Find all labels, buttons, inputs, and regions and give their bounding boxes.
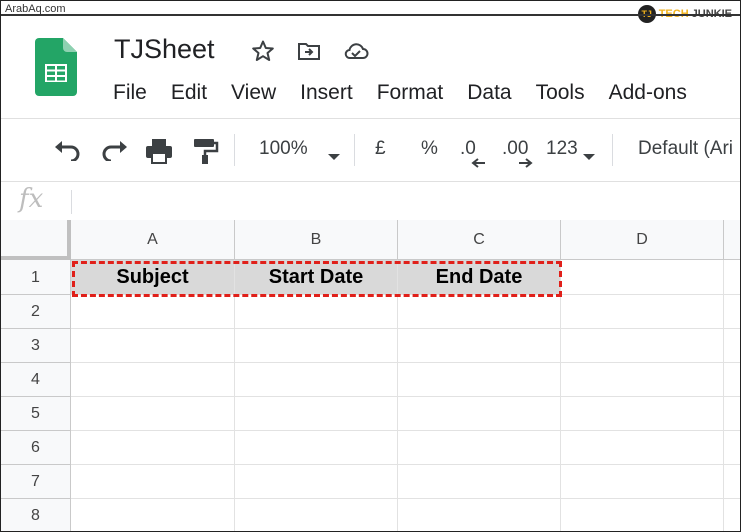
row-header-3[interactable]: 3 xyxy=(1,329,71,363)
menu-file[interactable]: File xyxy=(113,81,147,105)
cell-e3[interactable] xyxy=(724,329,740,363)
cell-b8[interactable] xyxy=(235,499,398,531)
row-header-7[interactable]: 7 xyxy=(1,465,71,499)
google-sheets-icon[interactable] xyxy=(35,38,77,96)
column-header-e[interactable] xyxy=(724,220,740,260)
row-header-1[interactable]: 1 xyxy=(1,260,71,295)
font-family-select[interactable]: Default (Ari xyxy=(638,138,733,160)
cell-b4[interactable] xyxy=(235,363,398,397)
document-title[interactable]: TJSheet xyxy=(114,34,215,65)
redo-icon[interactable] xyxy=(99,139,129,167)
formula-bar-separator xyxy=(71,190,72,214)
cell-d5[interactable] xyxy=(561,397,724,431)
undo-icon[interactable] xyxy=(53,139,83,167)
cell-d3[interactable] xyxy=(561,329,724,363)
cell-d7[interactable] xyxy=(561,465,724,499)
cell-a3[interactable] xyxy=(71,329,235,363)
select-all-corner[interactable] xyxy=(1,220,71,260)
increase-decimal-label: .00 xyxy=(502,138,529,159)
cell-c1[interactable]: End Date xyxy=(398,260,561,295)
chevron-down-icon[interactable] xyxy=(582,145,596,167)
cell-e7[interactable] xyxy=(724,465,740,499)
currency-format-button[interactable]: £ xyxy=(375,138,386,160)
row-header-8[interactable]: 8 xyxy=(1,499,71,531)
column-header-b[interactable]: B xyxy=(235,220,398,260)
cell-d2[interactable] xyxy=(561,295,724,329)
cell-c6[interactable] xyxy=(398,431,561,465)
cell-d8[interactable] xyxy=(561,499,724,531)
cell-c5[interactable] xyxy=(398,397,561,431)
cell-e6[interactable] xyxy=(724,431,740,465)
cell-a1[interactable]: Subject xyxy=(71,260,235,295)
cell-c7[interactable] xyxy=(398,465,561,499)
menu-edit[interactable]: Edit xyxy=(171,81,207,105)
cell-c2[interactable] xyxy=(398,295,561,329)
column-header-c[interactable]: C xyxy=(398,220,561,260)
cell-c4[interactable] xyxy=(398,363,561,397)
paint-format-icon[interactable] xyxy=(193,137,219,171)
menu-insert[interactable]: Insert xyxy=(300,81,353,105)
fx-icon: fx xyxy=(19,184,44,214)
cell-b3[interactable] xyxy=(235,329,398,363)
menu-tools[interactable]: Tools xyxy=(536,81,585,105)
star-icon[interactable] xyxy=(251,39,275,63)
cell-a6[interactable] xyxy=(71,431,235,465)
row-header-4[interactable]: 4 xyxy=(1,363,71,397)
column-header-a[interactable]: A xyxy=(71,220,235,260)
top-border xyxy=(1,14,740,16)
cell-d4[interactable] xyxy=(561,363,724,397)
move-to-folder-icon[interactable] xyxy=(297,39,321,63)
formula-bar: fx xyxy=(1,182,740,220)
formula-input[interactable] xyxy=(81,190,721,214)
cell-e4[interactable] xyxy=(724,363,740,397)
cell-d1[interactable] xyxy=(561,260,724,295)
cell-e8[interactable] xyxy=(724,499,740,531)
cell-e1[interactable] xyxy=(724,260,740,295)
chevron-down-icon[interactable] xyxy=(327,145,341,167)
percent-format-button[interactable]: % xyxy=(421,138,438,160)
decrease-decimal-label: .0 xyxy=(460,138,476,159)
menu-addons[interactable]: Add-ons xyxy=(609,81,687,105)
cell-a4[interactable] xyxy=(71,363,235,397)
sheets-window: ArabAq.com TJ TECH JUNKIE TJSheet File E… xyxy=(0,0,741,532)
menu-view[interactable]: View xyxy=(231,81,276,105)
menu-bar: File Edit View Insert Format Data Tools … xyxy=(113,81,711,105)
row-header-5[interactable]: 5 xyxy=(1,397,71,431)
cell-b7[interactable] xyxy=(235,465,398,499)
cell-a5[interactable] xyxy=(71,397,235,431)
menu-format[interactable]: Format xyxy=(377,81,444,105)
cell-e5[interactable] xyxy=(724,397,740,431)
decrease-decimal-button[interactable]: .0 xyxy=(460,138,485,168)
toolbar-separator xyxy=(234,134,235,166)
cell-b6[interactable] xyxy=(235,431,398,465)
cloud-saved-icon[interactable] xyxy=(343,39,369,63)
zoom-select[interactable]: 100% xyxy=(259,138,308,160)
cell-b5[interactable] xyxy=(235,397,398,431)
cell-b1[interactable]: Start Date xyxy=(235,260,398,295)
toolbar: 100% £ % .0 .00 123 Default (Ari xyxy=(1,119,740,181)
row-header-6[interactable]: 6 xyxy=(1,431,71,465)
cell-c8[interactable] xyxy=(398,499,561,531)
cell-b2[interactable] xyxy=(235,295,398,329)
cell-a7[interactable] xyxy=(71,465,235,499)
cell-a8[interactable] xyxy=(71,499,235,531)
increase-decimal-button[interactable]: .00 xyxy=(502,138,533,168)
menu-data[interactable]: Data xyxy=(467,81,511,105)
cell-d6[interactable] xyxy=(561,431,724,465)
number-format-select[interactable]: 123 xyxy=(546,138,578,160)
print-icon[interactable] xyxy=(145,138,173,170)
cell-c3[interactable] xyxy=(398,329,561,363)
column-header-d[interactable]: D xyxy=(561,220,724,260)
cell-a2[interactable] xyxy=(71,295,235,329)
cell-e2[interactable] xyxy=(724,295,740,329)
row-header-2[interactable]: 2 xyxy=(1,295,71,329)
toolbar-separator xyxy=(354,134,355,166)
toolbar-separator xyxy=(612,134,613,166)
